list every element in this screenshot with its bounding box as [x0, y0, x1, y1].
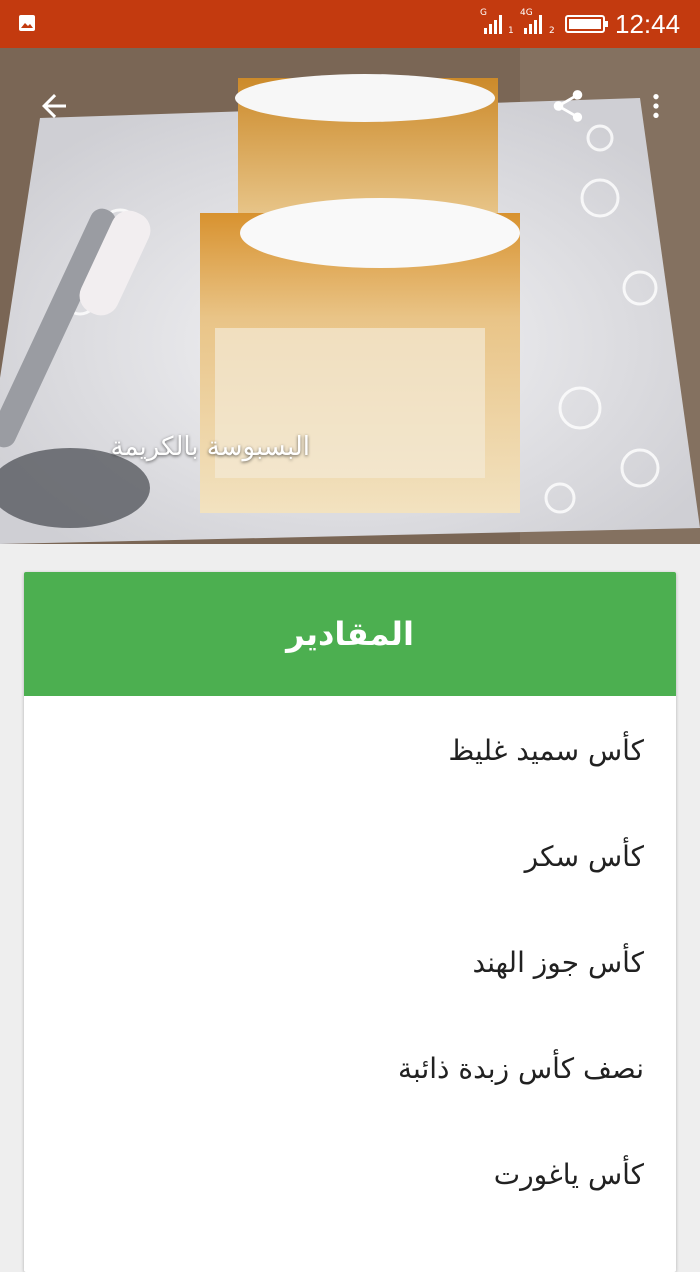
recipe-hero-image: البسبوسة بالكريمة	[0, 48, 700, 544]
ingredients-list: كأس سميد غليظ كأس سكر كأس جوز الهند نصف …	[24, 698, 676, 1228]
ingredient-item: كأس جوز الهند	[472, 946, 645, 979]
recipe-title: البسبوسة بالكريمة	[110, 432, 310, 462]
clock: 12:44	[615, 9, 681, 39]
share-button[interactable]	[540, 78, 596, 134]
overflow-menu-button[interactable]	[632, 78, 680, 134]
ingredient-item: كأس ياغورت	[493, 1158, 644, 1191]
signal-icon	[524, 15, 542, 34]
ingredients-card: المقادير كأس سميد غليظ كأس سكر كأس جوز ا…	[24, 572, 676, 1272]
signal-icon	[484, 15, 502, 34]
card-header: المقادير	[24, 572, 676, 696]
back-button[interactable]	[26, 78, 82, 134]
battery-icon	[565, 15, 608, 33]
sim-1-label: 1	[508, 26, 514, 36]
card-title: المقادير	[286, 615, 414, 653]
status-bar: G 1 4G 2 12:44	[0, 0, 700, 48]
ingredient-item: نصف كأس زبدة ذائبة	[398, 1052, 644, 1085]
share-icon	[553, 90, 583, 122]
ingredient-item: كأس سميد غليظ	[448, 734, 644, 767]
more-vert-icon	[653, 94, 659, 118]
sim-2-label: 2	[549, 26, 555, 36]
ingredient-item: كأس سكر	[524, 840, 644, 873]
back-arrow-icon	[42, 94, 66, 118]
gallery-icon	[19, 15, 35, 31]
